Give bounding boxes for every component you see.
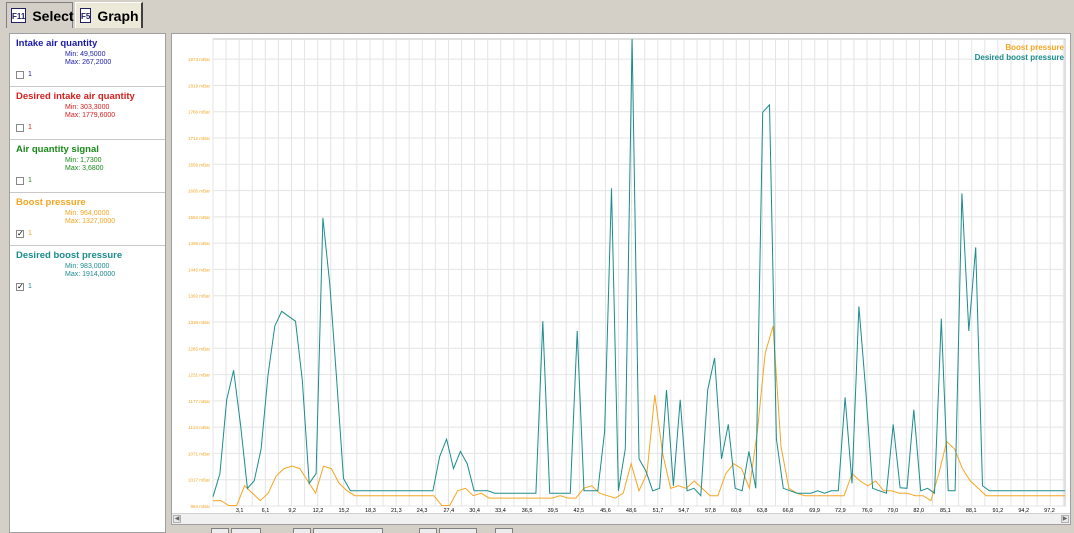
toolbar-button[interactable] bbox=[313, 528, 383, 533]
toolbar-button[interactable] bbox=[439, 528, 477, 533]
y-tick-label: 1445 mBar bbox=[188, 267, 211, 272]
tab-select-label: Select bbox=[32, 7, 74, 24]
signal-name: Desired intake air quantity bbox=[16, 91, 135, 102]
y-tick-label: 1231 mBar bbox=[188, 373, 211, 378]
tab-graph[interactable]: F5 Graph bbox=[75, 2, 143, 28]
signal-checkbox[interactable] bbox=[16, 177, 24, 185]
scroll-right-icon[interactable]: ▶ bbox=[1061, 515, 1069, 523]
y-tick-label: 1017 mBar bbox=[188, 478, 211, 483]
horizontal-scrollbar[interactable]: ◀ ▶ bbox=[172, 513, 1070, 524]
legend-desired-boost-pressure: Desired boost pressure bbox=[974, 53, 1064, 62]
signal-list: Intake air quantity Min: 49,5000 Max: 26… bbox=[9, 33, 166, 533]
tab-graph-label: Graph bbox=[97, 7, 139, 24]
y-tick-label: 1177 mBar bbox=[188, 399, 210, 404]
f11-key-icon: F11 bbox=[11, 8, 27, 23]
y-tick-label: 1124 mBar bbox=[188, 425, 210, 430]
y-tick-label: 1605 mBar bbox=[188, 189, 211, 194]
signal-checkbox[interactable]: ✓ bbox=[16, 230, 24, 238]
signal-name: Air quantity signal bbox=[16, 144, 99, 155]
y-tick-label: 1873 mBar bbox=[188, 57, 211, 62]
signal-name: Desired boost pressure bbox=[16, 250, 123, 261]
y-tick-label: 1071 mBar bbox=[188, 451, 211, 456]
signal-max: Max: 1914,0000 bbox=[65, 271, 116, 278]
signal-checkbox-label: 1 bbox=[28, 71, 32, 78]
legend-boost-pressure: Boost pressure bbox=[1005, 43, 1064, 52]
tab-select[interactable]: F11 Select bbox=[6, 2, 74, 28]
signal-checkbox-label: 1 bbox=[28, 283, 32, 290]
graph-panel: 964 mBar 1017 mBar 1071 mBar 1124 mBar 1177 … bbox=[171, 33, 1071, 525]
bottom-toolbar bbox=[171, 526, 1074, 533]
signal-checkbox-label: 1 bbox=[28, 230, 32, 237]
signal-checkbox[interactable]: ✓ bbox=[16, 283, 24, 291]
signal-item: Intake air quantity Min: 49,5000 Max: 26… bbox=[10, 34, 165, 87]
y-tick-label: 1766 mBar bbox=[188, 110, 211, 115]
line-chart: 964 mBar 1017 mBar 1071 mBar 1124 mBar 1177 … bbox=[188, 38, 1066, 514]
f5-key-icon: F5 bbox=[80, 8, 92, 23]
y-tick-label: 1552 mBar bbox=[188, 215, 211, 220]
signal-item: Desired intake air quantity Min: 303,300… bbox=[10, 87, 165, 140]
y-tick-label: 1712 mBar bbox=[188, 136, 211, 141]
y-tick-label: 964 mBar bbox=[190, 504, 210, 509]
toolbar-button[interactable] bbox=[419, 528, 437, 533]
signal-checkbox[interactable] bbox=[16, 71, 24, 79]
signal-item: Boost pressure Min: 964,0000 Max: 1327,0… bbox=[10, 193, 165, 246]
signal-item: Air quantity signal Min: 1,7300 Max: 3,6… bbox=[10, 140, 165, 193]
toolbar-button[interactable] bbox=[495, 528, 513, 533]
signal-name: Boost pressure bbox=[16, 197, 86, 208]
signal-item: Desired boost pressure Min: 983,0000 Max… bbox=[10, 246, 165, 298]
signal-max: Max: 1779,6000 bbox=[65, 112, 116, 119]
signal-max: Max: 267,2000 bbox=[65, 59, 112, 66]
signal-checkbox-label: 1 bbox=[28, 124, 32, 131]
toolbar-button[interactable] bbox=[231, 528, 261, 533]
y-tick-label: 1338 mBar bbox=[188, 320, 211, 325]
y-tick-label: 1819 mBar bbox=[188, 83, 211, 88]
scroll-left-icon[interactable]: ◀ bbox=[173, 515, 181, 523]
signal-max: Max: 1327,0000 bbox=[65, 218, 116, 225]
signal-max: Max: 3,6800 bbox=[65, 165, 104, 172]
y-tick-label: 1498 mBar bbox=[188, 241, 211, 246]
signal-name: Intake air quantity bbox=[16, 38, 98, 49]
y-tick-label: 1285 mBar bbox=[188, 346, 211, 351]
y-tick-label: 1659 mBar bbox=[188, 162, 211, 167]
chart-legend: Boost pressure Desired boost pressure bbox=[975, 43, 1064, 63]
toolbar-button[interactable] bbox=[211, 528, 229, 533]
signal-checkbox[interactable] bbox=[16, 124, 24, 132]
y-tick-label: 1392 mBar bbox=[188, 294, 211, 299]
tab-bar: F11 Select F5 Graph bbox=[0, 0, 1074, 30]
toolbar-button[interactable] bbox=[293, 528, 311, 533]
signal-checkbox-label: 1 bbox=[28, 177, 32, 184]
